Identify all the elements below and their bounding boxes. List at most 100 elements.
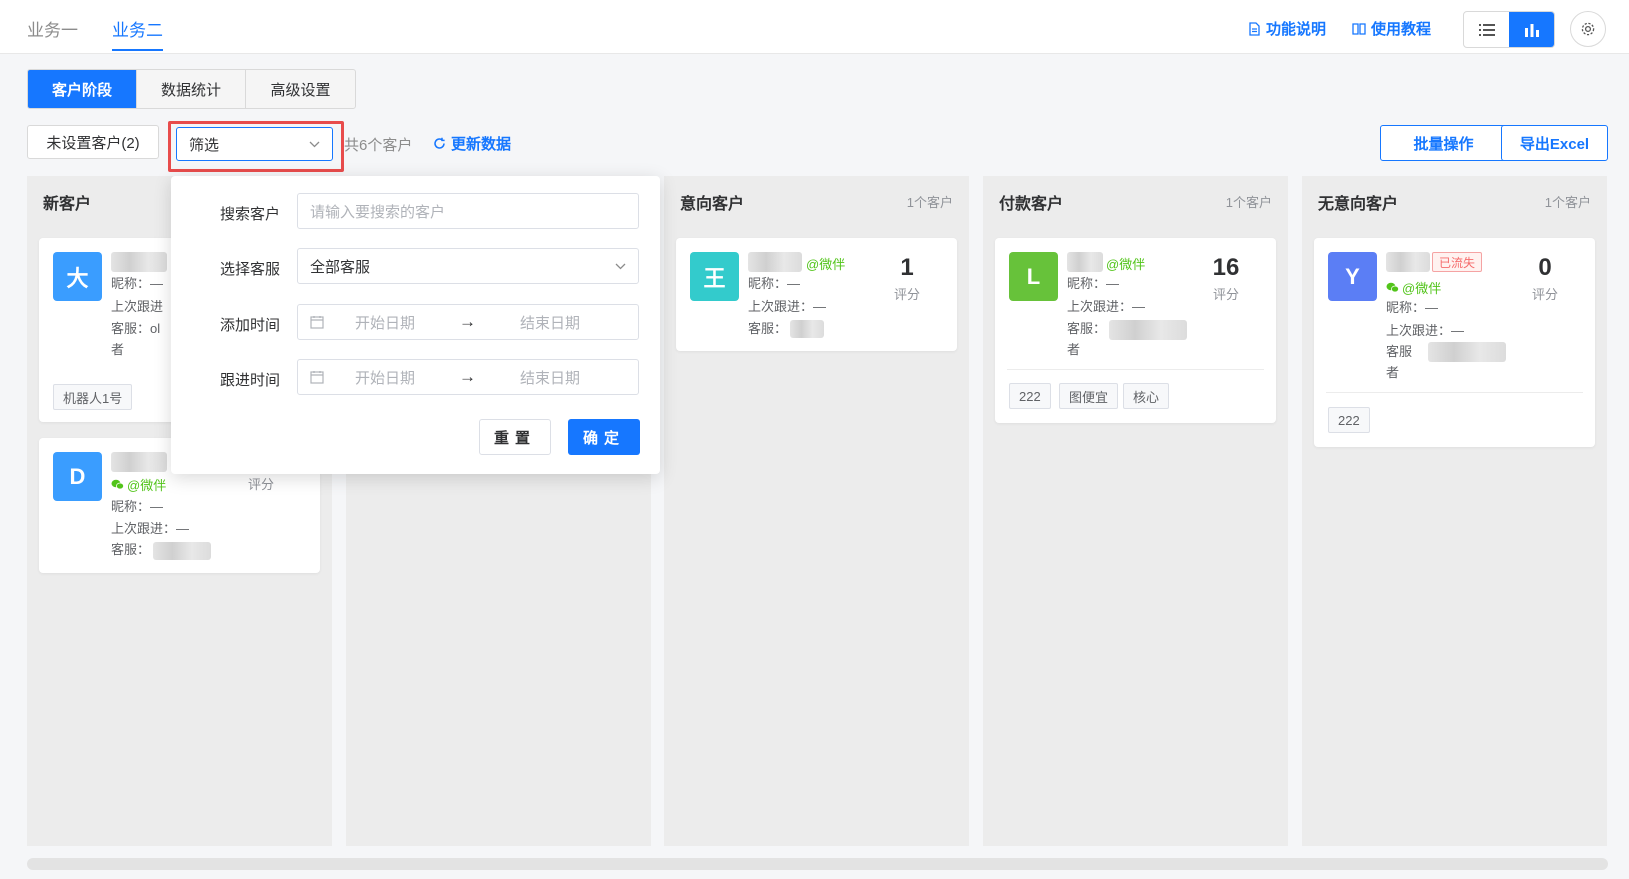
refresh-data-link[interactable]: 更新数据 (433, 133, 511, 154)
calendar-icon (310, 371, 324, 384)
score-label: 评分 (1212, 287, 1239, 302)
redacted-name (111, 452, 167, 472)
column-count: 1个客户 (906, 195, 953, 210)
add-start-date[interactable]: 开始日期 (355, 312, 415, 333)
add-time-range-picker[interactable]: 开始日期 → 结束日期 (297, 304, 639, 340)
tag-robot: 机器人1号 (53, 384, 133, 410)
confirm-button[interactable]: 确定 (568, 419, 640, 455)
score-value: 0 (1538, 254, 1552, 281)
score-label: 评分 (893, 287, 920, 302)
card-divider (1326, 392, 1583, 393)
book-icon (1352, 22, 1366, 35)
agent-suffix-text: 者 (1067, 342, 1081, 357)
nickname-text: 昵称：— (1386, 300, 1439, 315)
score-label: 评分 (1531, 287, 1558, 302)
customer-card[interactable]: Y 已流失 @微伴 昵称：— 上次跟进：— 客服 者 0 评分 222 (1314, 238, 1595, 447)
redacted-name (111, 252, 167, 272)
wechat-label: @微伴 (1402, 281, 1442, 296)
agent-text: 客服：ol (111, 321, 161, 336)
top-bar: 业务一 业务二 功能说明 使用教程 (0, 0, 1629, 54)
date-range-arrow: → (459, 312, 477, 331)
wechat-icon (1386, 282, 1399, 293)
total-customers-text: 共6个客户 (344, 137, 413, 154)
wechat-label: @微伴 (806, 257, 846, 272)
score-block: 1 评分 (877, 254, 937, 303)
wechat-label: @微伴 (1106, 257, 1146, 272)
unset-customers-button[interactable]: 未设置客户(2) (27, 125, 159, 159)
wechat-icon (111, 479, 124, 490)
last-follow-text: 上次跟进：— (111, 521, 190, 536)
follow-time-label: 跟进时间 (220, 372, 281, 389)
tag-item: 222 (1328, 407, 1370, 433)
follow-end-date[interactable]: 结束日期 (520, 367, 580, 388)
avatar: Y (1328, 252, 1377, 301)
card-divider (1007, 369, 1264, 370)
customer-card[interactable]: 王 @微伴 昵称：— 上次跟进：— 客服： 1 评分 (676, 238, 957, 351)
column-title: 付款客户 (999, 196, 1064, 213)
chart-view-button[interactable] (1509, 12, 1554, 47)
view-toggle (1463, 11, 1555, 48)
agent-text: 客服： (111, 542, 151, 557)
redacted-name (748, 252, 802, 272)
export-excel-button[interactable]: 导出Excel (1501, 125, 1608, 161)
agent-text: 客服： (748, 321, 788, 336)
tutorial-link[interactable]: 使用教程 (1352, 18, 1431, 39)
column-count: 1个客户 (1544, 195, 1591, 210)
tab-advanced-settings[interactable]: 高级设置 (246, 70, 355, 108)
tab-business-one[interactable]: 业务一 (27, 16, 78, 41)
batch-operation-button[interactable]: 批量操作 (1380, 125, 1507, 161)
agent-text: 客服： (1067, 321, 1107, 336)
settings-button[interactable] (1570, 11, 1606, 47)
feature-doc-label: 功能说明 (1266, 21, 1327, 38)
follow-time-range-picker[interactable]: 开始日期 → 结束日期 (297, 359, 639, 395)
agent-select[interactable]: 全部客服 (297, 248, 639, 284)
stage-tabs: 客户阶段 数据统计 高级设置 (27, 69, 356, 109)
column-count: 1个客户 (1225, 195, 1272, 210)
redacted-agent (153, 542, 211, 560)
select-agent-label: 选择客服 (220, 261, 281, 278)
tutorial-label: 使用教程 (1371, 21, 1432, 38)
nickname-text: 昵称：— (111, 499, 164, 514)
filter-select[interactable]: 筛选 (176, 127, 333, 161)
wechat-source: @微伴 (111, 475, 166, 494)
avatar: L (1009, 252, 1058, 301)
score-label: 评分 (247, 477, 274, 492)
wechat-source: @微伴 (1106, 254, 1145, 273)
score-value: 16 (1212, 254, 1240, 281)
chevron-down-icon (615, 263, 626, 269)
agent-text: 客服 (1386, 344, 1413, 359)
last-follow-text: 上次跟进：— (748, 299, 827, 314)
agent-suffix-text: 者 (1386, 365, 1400, 380)
score-value: 1 (900, 254, 914, 281)
tab-business-two[interactable]: 业务二 (112, 16, 163, 51)
add-time-label: 添加时间 (220, 317, 281, 334)
agent-suffix-text: 者 (111, 342, 125, 357)
date-range-arrow: → (459, 367, 477, 386)
last-follow-text: 上次跟进：— (1067, 299, 1146, 314)
tag-item: 核心 (1123, 383, 1170, 409)
search-placeholder: 请输入要搜索的客户 (310, 203, 446, 221)
chevron-down-icon (309, 141, 320, 147)
customer-card[interactable]: L @微伴 昵称：— 上次跟进：— 客服： 者 16 评分 222 图便宜 核心 (995, 238, 1276, 423)
horizontal-scrollbar[interactable] (27, 858, 1608, 870)
column-intent-customers: 意向客户 1个客户 王 @微伴 昵称：— 上次跟进：— 客服： 1 评分 (664, 176, 969, 846)
avatar: 王 (690, 252, 739, 301)
column-title: 新客户 (43, 196, 92, 213)
tab-customer-stage[interactable]: 客户阶段 (28, 70, 137, 108)
nickname-text: 昵称：— (111, 276, 164, 291)
nickname-text: 昵称：— (1067, 276, 1120, 291)
add-end-date[interactable]: 结束日期 (520, 312, 580, 333)
feature-doc-link[interactable]: 功能说明 (1247, 18, 1326, 39)
avatar: D (53, 452, 102, 501)
redacted-name (1067, 252, 1103, 272)
last-follow-text: 上次跟进 (111, 299, 164, 314)
search-customer-input[interactable]: 请输入要搜索的客户 (297, 193, 639, 229)
column-no-intent-customers: 无意向客户 1个客户 Y 已流失 @微伴 昵称：— 上次跟进：— 客服 者 0 … (1302, 176, 1607, 846)
tab-data-statistics[interactable]: 数据统计 (137, 70, 246, 108)
follow-start-date[interactable]: 开始日期 (355, 367, 415, 388)
list-view-button[interactable] (1464, 12, 1509, 47)
last-follow-text: 上次跟进：— (1386, 323, 1465, 338)
wechat-label: @微伴 (127, 478, 167, 493)
agent-select-value: 全部客服 (310, 258, 371, 276)
reset-button[interactable]: 重置 (479, 419, 551, 455)
